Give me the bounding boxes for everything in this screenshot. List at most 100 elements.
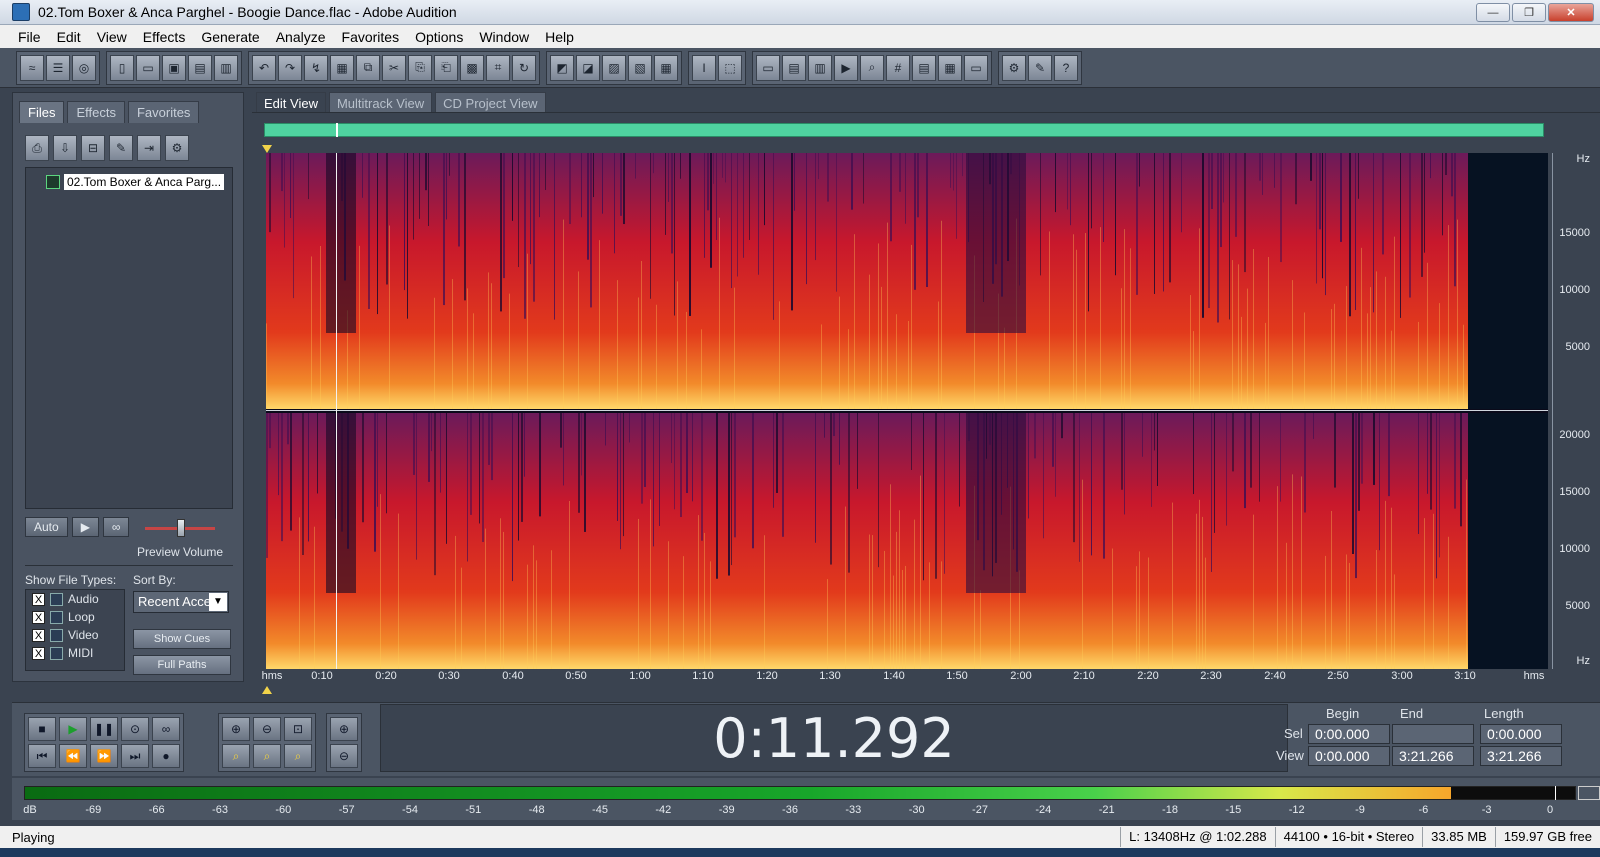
info-icon[interactable]: ▭ (756, 54, 780, 81)
spectral-display-icon[interactable]: ◪ (576, 54, 600, 81)
menu-effects[interactable]: Effects (135, 29, 194, 45)
vertical-zoom-in-icon[interactable]: ⊕ (330, 717, 358, 741)
fast-forward-button[interactable]: ⏩ (90, 744, 118, 768)
edit-file-icon[interactable]: ✎ (109, 135, 133, 161)
waveform-display-icon[interactable]: ◩ (550, 54, 574, 81)
status-bar-icon[interactable]: ▭ (964, 54, 988, 81)
multitrack-view-icon[interactable]: ☰ (46, 54, 70, 81)
preview-loop-button[interactable]: ∞ (102, 517, 130, 537)
spectral-controls-icon[interactable]: ▦ (654, 54, 678, 81)
time-ruler[interactable]: hms 0:10 0:20 0:30 0:40 0:50 1:00 1:10 1… (262, 668, 1552, 686)
timecode-icon[interactable]: # (886, 54, 910, 81)
volume-knob[interactable] (177, 519, 185, 537)
vertical-zoom-out-icon[interactable]: ⊖ (330, 744, 358, 768)
spectrogram-left-channel[interactable] (266, 153, 1548, 409)
edit-view-icon[interactable]: ≈ (20, 54, 44, 81)
full-paths-button[interactable]: Full Paths (133, 655, 231, 675)
snap-icon[interactable]: ↻ (512, 54, 536, 81)
menu-file[interactable]: File (10, 29, 49, 45)
menu-options[interactable]: Options (407, 29, 471, 45)
sel-length-field[interactable]: 0:00.000 (1480, 724, 1562, 744)
sel-begin-field[interactable]: 0:00.000 (1308, 724, 1390, 744)
auto-play-button[interactable]: Auto (25, 517, 68, 537)
tab-favorites[interactable]: Favorites (127, 101, 200, 123)
menu-analyze[interactable]: Analyze (268, 29, 334, 45)
zoom-icon[interactable]: ⌕ (860, 54, 884, 81)
menu-view[interactable]: View (89, 29, 135, 45)
file-name[interactable]: 02.Tom Boxer & Anca Parg... (64, 174, 225, 190)
clip-indicator[interactable] (1578, 786, 1600, 800)
level-meter[interactable] (24, 786, 1576, 800)
preview-volume-slider[interactable] (139, 519, 221, 537)
paste-icon[interactable]: ⎘ (408, 54, 432, 81)
trim-icon[interactable]: ⌗ (486, 54, 510, 81)
pause-button[interactable]: ❚❚ (90, 717, 118, 741)
restore-button[interactable]: ❐ (1512, 3, 1546, 22)
file-type-audio[interactable]: X Audio (26, 590, 124, 608)
undo-icon[interactable]: ↶ (252, 54, 276, 81)
settings-icon[interactable]: ⚙ (1002, 54, 1026, 81)
view-length-field[interactable]: 3:21.266 (1480, 746, 1562, 766)
file-type-video[interactable]: X Video (26, 626, 124, 644)
close-button[interactable]: ✕ (1548, 3, 1594, 22)
view-begin-field[interactable]: 0:00.000 (1308, 746, 1390, 766)
cd-view-icon[interactable]: ◎ (72, 54, 96, 81)
file-type-midi[interactable]: X MIDI (26, 644, 124, 662)
spectrogram-display[interactable] (266, 153, 1548, 669)
video-checkbox[interactable]: X (32, 628, 45, 642)
stop-button[interactable]: ■ (28, 717, 56, 741)
marquee-tool-icon[interactable]: ⬚ (718, 54, 742, 81)
loop-button[interactable]: ∞ (152, 717, 180, 741)
audio-checkbox[interactable]: X (32, 592, 45, 606)
copy-new-icon[interactable]: ▦ (330, 54, 354, 81)
sel-end-field[interactable] (1392, 724, 1474, 744)
file-list-item[interactable]: 02.Tom Boxer & Anca Parg... (46, 174, 225, 190)
cut-icon[interactable]: ✂ (382, 54, 406, 81)
spectrogram-right-channel[interactable] (266, 413, 1548, 669)
menu-help[interactable]: Help (537, 29, 582, 45)
chevron-down-icon[interactable]: ▼ (209, 593, 227, 611)
zoom-out-icon[interactable]: ⊖ (253, 717, 281, 741)
record-button[interactable]: ● (152, 744, 180, 768)
loop-checkbox[interactable]: X (32, 610, 45, 624)
zoom-right-icon[interactable]: ⌕ (284, 744, 312, 768)
menu-favorites[interactable]: Favorites (334, 29, 408, 45)
zoom-selection-icon[interactable]: ⌕ (222, 744, 250, 768)
file-type-loop[interactable]: X Loop (26, 608, 124, 626)
help-icon[interactable]: ? (1054, 54, 1078, 81)
minimize-button[interactable]: — (1476, 3, 1510, 22)
script-icon[interactable]: ✎ (1028, 54, 1052, 81)
zoom-left-icon[interactable]: ⌕ (253, 744, 281, 768)
levels-icon[interactable]: ▦ (938, 54, 962, 81)
frequency-scale[interactable]: Hz 15000 10000 5000 20000 15000 10000 50… (1552, 153, 1600, 669)
playhead-cursor[interactable] (336, 153, 337, 669)
midi-checkbox[interactable]: X (32, 646, 45, 660)
cue-list-icon[interactable]: ▤ (782, 54, 806, 81)
spectral-phase-icon[interactable]: ▧ (628, 54, 652, 81)
zoom-in-icon[interactable]: ⊕ (222, 717, 250, 741)
play-button[interactable]: ▶ (59, 717, 87, 741)
tab-effects[interactable]: Effects (67, 101, 125, 123)
new-file-icon[interactable]: ▯ (110, 54, 134, 81)
sort-by-select[interactable]: Recent Acce ▼ (133, 591, 229, 613)
play-cue-icon[interactable]: ▶ (834, 54, 858, 81)
time-selection-tool-icon[interactable]: I (692, 54, 716, 81)
zoom-full-icon[interactable]: ⊡ (284, 717, 312, 741)
start-marker-bottom[interactable] (262, 686, 272, 694)
show-cues-button[interactable]: Show Cues (133, 629, 231, 649)
go-to-end-button[interactable]: ⏭ (121, 744, 149, 768)
rewind-button[interactable]: ⏪ (59, 744, 87, 768)
repeat-icon[interactable]: ↯ (304, 54, 328, 81)
copy-icon[interactable]: ⧉ (356, 54, 380, 81)
menu-window[interactable]: Window (471, 29, 537, 45)
start-marker-top[interactable] (262, 145, 272, 153)
play-to-end-button[interactable]: ⊙ (121, 717, 149, 741)
menu-edit[interactable]: Edit (49, 29, 89, 45)
frequency-analysis-icon[interactable]: ▤ (912, 54, 936, 81)
go-to-start-button[interactable]: ⏮ (28, 744, 56, 768)
menu-generate[interactable]: Generate (193, 29, 267, 45)
spectral-pan-icon[interactable]: ▨ (602, 54, 626, 81)
save-as-icon[interactable]: ▤ (188, 54, 212, 81)
open-file-tool-icon[interactable]: ⎙ (25, 135, 49, 161)
open-file-icon[interactable]: ▭ (136, 54, 160, 81)
